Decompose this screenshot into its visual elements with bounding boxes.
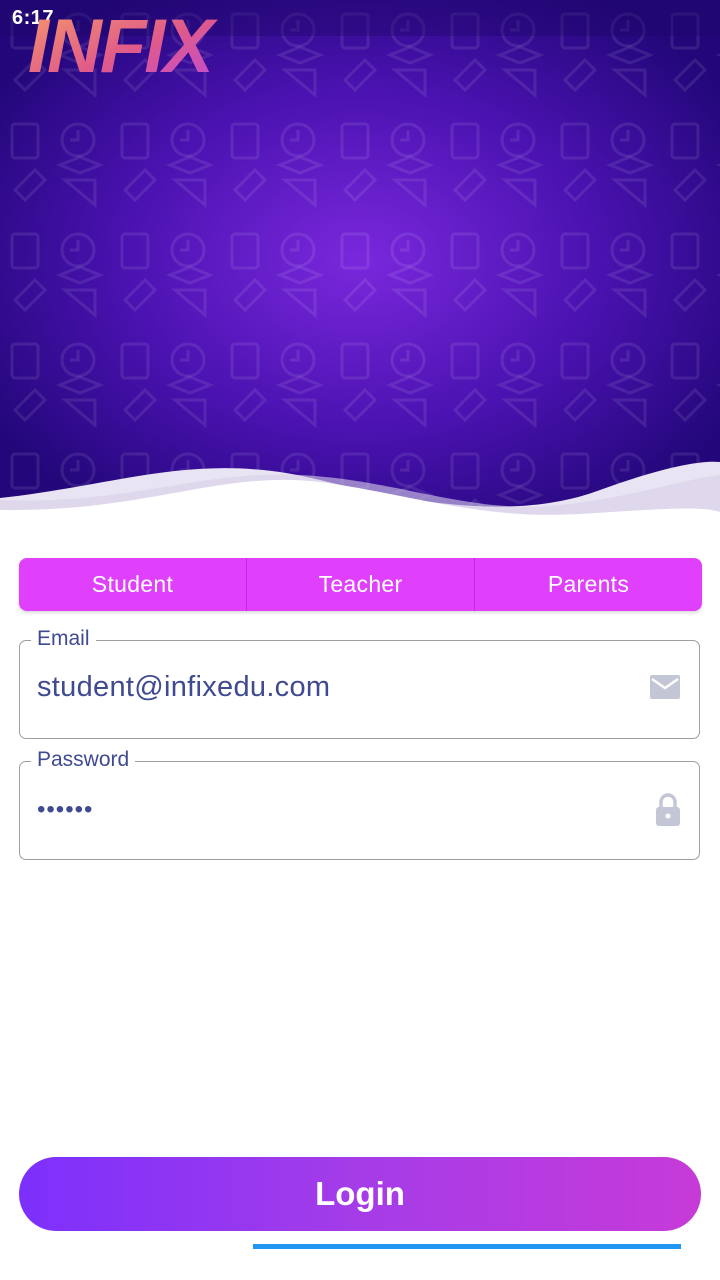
password-label: Password <box>31 748 136 772</box>
login-button[interactable]: Login <box>19 1157 701 1231</box>
tab-student[interactable]: Student <box>19 558 246 611</box>
infix-logo: INFIX <box>28 4 221 89</box>
email-label: Email <box>31 627 96 651</box>
email-input[interactable]: student@infixedu.com <box>37 671 330 704</box>
login-button-label: Login <box>315 1175 405 1212</box>
password-field[interactable]: Password •••••• <box>19 748 700 860</box>
logo-text: INFIX <box>28 4 219 89</box>
password-input[interactable]: •••••• <box>37 796 93 824</box>
tab-teacher-label: Teacher <box>318 571 403 597</box>
mail-icon <box>650 675 680 699</box>
tab-student-label: Student <box>91 571 174 597</box>
role-tabs: Student Teacher Parents <box>19 558 702 611</box>
tab-parents[interactable]: Parents <box>474 558 702 611</box>
email-field[interactable]: Email student@infixedu.com <box>19 627 700 739</box>
lock-icon <box>656 793 680 826</box>
tab-teacher[interactable]: Teacher <box>246 558 474 611</box>
tab-parents-label: Parents <box>547 571 630 597</box>
header-banner: 6:17 INFIX <box>0 0 720 520</box>
scroll-indicator <box>253 1244 681 1249</box>
